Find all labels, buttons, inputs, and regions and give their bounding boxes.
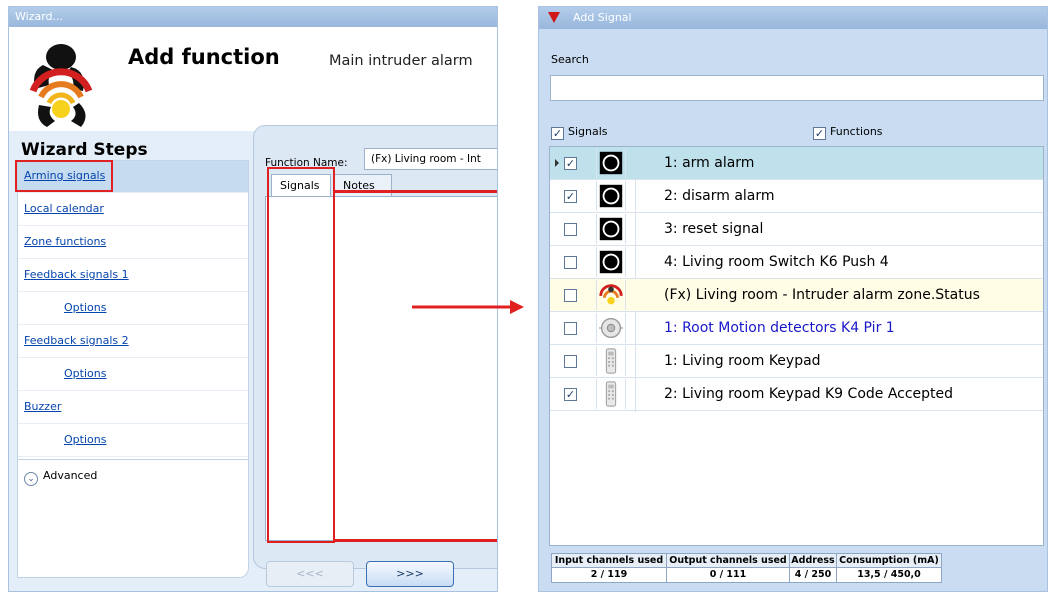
chevron-down-icon: ⌄	[24, 472, 38, 486]
step-buzzer[interactable]: Buzzer	[18, 392, 248, 424]
table-row[interactable]: (Fx) Living room - Intruder alarm zone.S…	[550, 279, 1043, 312]
filter-functions-label: Functions	[830, 125, 883, 138]
status-address: Address 4 / 250	[789, 553, 837, 583]
wizard-steps-heading: Wizard Steps	[21, 140, 148, 160]
current-row-icon	[555, 159, 559, 167]
row-checkbox[interactable]	[564, 322, 577, 335]
row-label: 1: Living room Keypad	[664, 353, 821, 369]
row-checkbox[interactable]	[564, 256, 577, 269]
signal-grid: ✓ 1: arm alarm ✓ 2: disarm alarm 3: rese…	[549, 146, 1044, 546]
step-arming-signals[interactable]: Arming signals	[18, 161, 248, 193]
status-value: 0 / 111	[667, 568, 789, 582]
step-buzzer-options[interactable]: Options	[18, 425, 248, 457]
table-row[interactable]: 4: Living room Switch K6 Push 4	[550, 246, 1043, 279]
row-label: 3: reset signal	[664, 221, 764, 237]
table-row[interactable]: 1: Living room Keypad	[550, 345, 1043, 378]
intruder-alarm-logo-icon	[29, 44, 93, 127]
wizard-titlebar: Wizard...	[9, 7, 497, 27]
step-zone-functions[interactable]: Zone functions	[18, 227, 248, 259]
table-row[interactable]: ✓ 2: disarm alarm	[550, 180, 1043, 213]
push-button-icon	[596, 181, 626, 211]
status-label: Input channels used	[552, 554, 666, 568]
filter-functions[interactable]: ✓ Functions	[813, 125, 883, 140]
keypad-icon	[596, 346, 626, 376]
status-value: 2 / 119	[552, 568, 666, 582]
wizard-header: Add function Main intruder alarm	[9, 27, 497, 131]
add-signal-window: Add Signal Search ✓ Signals ✓ Functions ✓ …	[538, 6, 1048, 592]
add-signal-titlebar: Add Signal	[539, 7, 1047, 29]
row-checkbox[interactable]: ✓	[564, 157, 577, 170]
row-label: 2: disarm alarm	[664, 188, 775, 204]
back-button[interactable]: <<<	[266, 561, 354, 587]
row-label: 2: Living room Keypad K9 Code Accepted	[664, 386, 954, 402]
row-checkbox[interactable]	[564, 289, 577, 302]
step-feedback-2-options[interactable]: Options	[18, 359, 248, 391]
motion-detector-icon	[596, 313, 626, 343]
row-checkbox[interactable]	[564, 223, 577, 236]
search-label: Search	[551, 53, 589, 66]
status-label: Address	[790, 555, 836, 568]
table-row[interactable]: 1: Root Motion detectors K4 Pir 1	[550, 312, 1043, 345]
status-label: Output channels used	[667, 554, 789, 568]
page-title: Add function	[128, 45, 280, 69]
filter-signals[interactable]: ✓ Signals	[551, 125, 608, 140]
tab-signals[interactable]: Signals	[271, 174, 331, 198]
table-row[interactable]: 3: reset signal	[550, 213, 1043, 246]
status-input-channels: Input channels used 2 / 119	[551, 553, 667, 583]
filter-signals-label: Signals	[568, 125, 608, 138]
row-checkbox[interactable]: ✓	[564, 190, 577, 203]
add-signal-title: Add Signal	[573, 11, 632, 24]
row-checkbox[interactable]: ✓	[564, 388, 577, 401]
status-label: Consumption (mA)	[837, 554, 941, 568]
table-row[interactable]: ✓ 2: Living room Keypad K9 Code Accepted	[550, 378, 1043, 411]
function-name-label: Function Name:	[265, 157, 348, 169]
status-output-channels: Output channels used 0 / 111	[666, 553, 790, 583]
search-input[interactable]	[550, 75, 1044, 101]
row-label: 1: Root Motion detectors K4 Pir 1	[664, 320, 895, 336]
alarm-zone-icon	[596, 280, 626, 310]
row-label: 1: arm alarm	[664, 155, 755, 171]
status-value: 13,5 / 450,0	[837, 568, 941, 582]
step-feedback-1-options[interactable]: Options	[18, 293, 248, 325]
signals-tab-body[interactable]	[265, 196, 497, 541]
page-subtitle: Main intruder alarm	[329, 53, 473, 69]
row-checkbox[interactable]	[564, 355, 577, 368]
table-row[interactable]: ✓ 1: arm alarm	[550, 147, 1043, 180]
alarm-triangle-icon	[548, 12, 560, 23]
highlight-line-top	[333, 190, 497, 193]
keypad-icon	[596, 379, 626, 409]
row-label: (Fx) Living room - Intruder alarm zone.S…	[664, 287, 980, 303]
status-consumption: Consumption (mA) 13,5 / 450,0	[836, 553, 942, 583]
functions-checkbox[interactable]: ✓	[813, 127, 826, 140]
push-button-icon	[596, 214, 626, 244]
next-button[interactable]: >>>	[366, 561, 454, 587]
status-value: 4 / 250	[790, 568, 836, 582]
arrow-right-icon	[412, 300, 524, 314]
step-feedback-signals-1[interactable]: Feedback signals 1	[18, 260, 248, 292]
wizard-steps-list: Arming signals Local calendar Zone funct…	[17, 160, 249, 578]
function-name-input[interactable]: (Fx) Living room - Int	[364, 148, 497, 170]
advanced-toggle[interactable]: ⌄ Advanced	[18, 459, 248, 493]
step-feedback-signals-2[interactable]: Feedback signals 2	[18, 326, 248, 358]
push-button-icon	[596, 148, 626, 178]
step-local-calendar[interactable]: Local calendar	[18, 194, 248, 226]
highlight-line-bottom	[333, 539, 497, 542]
advanced-label: Advanced	[43, 469, 98, 482]
row-label: 4: Living room Switch K6 Push 4	[664, 254, 889, 270]
signals-checkbox[interactable]: ✓	[551, 127, 564, 140]
push-button-icon	[596, 247, 626, 277]
